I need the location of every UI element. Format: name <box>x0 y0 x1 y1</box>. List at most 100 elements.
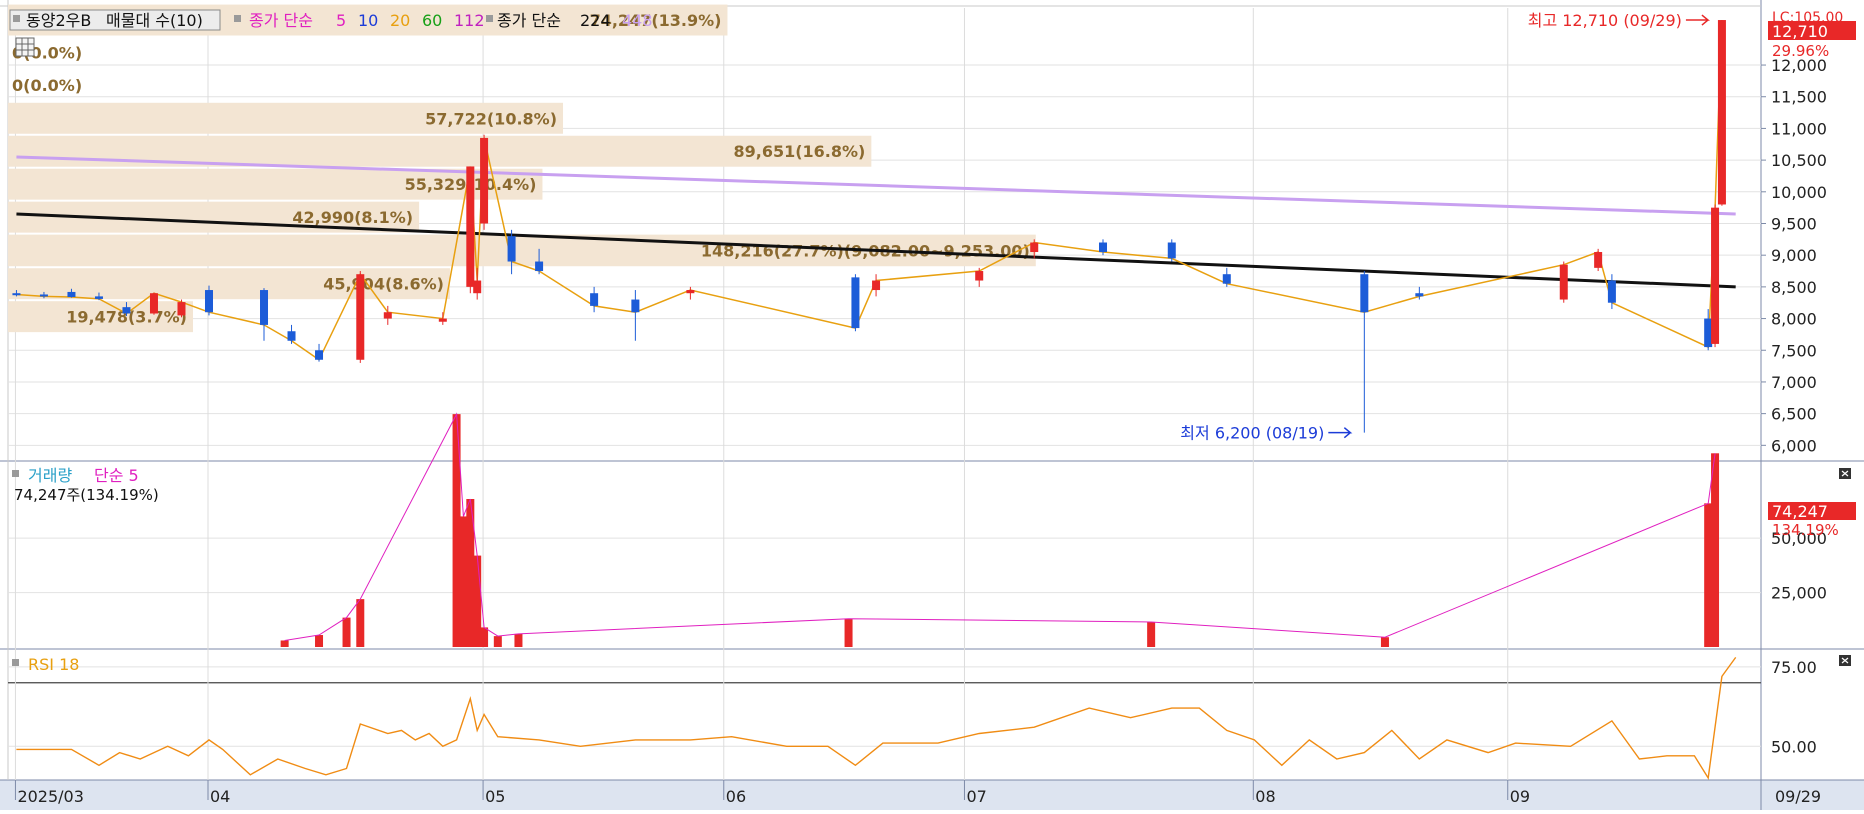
volume-bar <box>459 516 468 647</box>
candle-body <box>287 331 296 341</box>
candle-body <box>94 296 103 299</box>
volume-bar <box>356 599 365 647</box>
candle-body <box>466 166 475 287</box>
candle-body <box>1222 274 1231 284</box>
ma-period-5: 5 <box>336 11 346 30</box>
ma-period-10: 10 <box>358 11 378 30</box>
price-tick-label: 8,000 <box>1771 310 1817 329</box>
volume-bar <box>493 636 502 647</box>
candle-body <box>356 274 365 360</box>
price-tick-label: 6,500 <box>1771 405 1817 424</box>
candle-body <box>535 261 544 272</box>
time-axis-label: 08 <box>1255 787 1275 806</box>
candle-body <box>851 277 860 329</box>
ma2-period-448: 448 <box>622 11 653 30</box>
candle-body <box>1030 242 1039 253</box>
candle-body <box>315 350 324 360</box>
candle-body <box>39 294 48 297</box>
candle-body <box>1559 264 1568 300</box>
volume-profile-label: 42,990(8.1%) <box>292 208 413 227</box>
price-tick-label: 6,000 <box>1771 436 1817 455</box>
price-tick-label: 10,000 <box>1771 183 1827 202</box>
volume-profile-label: 57,722(10.8%) <box>425 109 557 128</box>
ma2-square-icon <box>486 15 493 22</box>
candle-body <box>975 271 984 281</box>
candle-body <box>686 290 695 294</box>
ma-prefix-label: 종가 단순 <box>249 11 313 30</box>
rsi-tick-label: 75.00 <box>1771 658 1817 677</box>
candle-body <box>473 280 482 294</box>
price-tick-label: 11,000 <box>1771 119 1827 138</box>
time-axis-label: 2025/03 <box>17 787 83 806</box>
volume-profile-label: 0(0.0%) <box>12 76 82 95</box>
volume-ma-label: 단순 5 <box>94 466 139 485</box>
price-tick-label: 11,500 <box>1771 88 1827 107</box>
candle-body <box>1717 20 1726 205</box>
candle-body <box>260 290 269 325</box>
candle-body <box>204 290 213 313</box>
volume-bar <box>480 627 489 647</box>
grid-table-icon[interactable] <box>15 37 35 57</box>
title-square-icon <box>13 15 20 22</box>
candle-body <box>480 137 489 224</box>
volume-profile-label: 45,904(8.6%) <box>323 275 444 294</box>
volume-bar <box>315 635 324 647</box>
candle-body <box>149 293 158 314</box>
volume-bar <box>473 555 482 647</box>
volume-current-label: 74,247주(134.19%) <box>14 486 159 504</box>
time-axis-label: 07 <box>966 787 986 806</box>
ma-period-60: 60 <box>422 11 442 30</box>
ma2-prefix-label: 종가 단순 <box>497 11 561 30</box>
last-change-label: 29.96% <box>1772 42 1829 60</box>
volume-square-icon <box>12 470 19 477</box>
volume-bar <box>280 640 289 647</box>
low-price-label: 최저 6,200 (08/19) <box>1180 424 1324 443</box>
last-volume-ratio-label: 134.19% <box>1772 521 1839 539</box>
rsi-square-icon <box>12 659 19 666</box>
volume-profile-label: 89,651(16.8%) <box>733 142 865 161</box>
price-tick-label: 7,000 <box>1771 373 1817 392</box>
candle-body <box>507 236 516 262</box>
volume-bar <box>844 618 853 647</box>
volume-bar <box>342 617 351 647</box>
volume-bar <box>514 633 523 647</box>
volume-panel-title: 거래량 <box>28 466 72 485</box>
volume-bar <box>1147 621 1156 647</box>
high-price-label: 최고 12,710 (09/29) <box>1528 11 1682 30</box>
candle-body <box>1360 274 1369 313</box>
time-axis-label: 06 <box>726 787 746 806</box>
volume-bar <box>1704 503 1713 647</box>
candle-body <box>1099 242 1108 253</box>
price-tick-label: 9,500 <box>1771 214 1817 233</box>
price-tick-label: 8,500 <box>1771 278 1817 297</box>
candle-body <box>383 312 392 319</box>
time-axis-label: 05 <box>485 787 505 806</box>
candle-body <box>1711 207 1720 344</box>
volume-tick-label: 25,000 <box>1771 584 1827 603</box>
ma-period-20: 20 <box>390 11 410 30</box>
volume-bar <box>1711 453 1720 647</box>
last-volume-label: 74,247 <box>1772 502 1828 521</box>
candle-body <box>177 302 186 316</box>
ma2-period-224: 224 <box>580 11 611 30</box>
ma-square-icon <box>234 15 241 22</box>
rsi-panel-title: RSI 18 <box>28 655 79 674</box>
ma-period-labels: 5 10 20 60 112 <box>336 11 485 30</box>
stock-chart[interactable]: 74,247(13.9%) 0(0.0%) 0(0.0%) 57,722(10.8%)… <box>0 0 1864 810</box>
ma-period-112: 112 <box>454 11 485 30</box>
candle-body <box>12 293 21 296</box>
time-axis-area <box>0 780 1864 810</box>
candle-body <box>122 307 131 314</box>
corner-label: LC:105.00 <box>1772 10 1843 26</box>
candle-body <box>1607 280 1616 303</box>
candle-body <box>1704 318 1713 348</box>
time-axis-label: 04 <box>210 787 230 806</box>
candle-body <box>631 299 640 313</box>
stock-title: 동양2우B <box>26 11 91 30</box>
time-axis-label: 09 <box>1510 787 1530 806</box>
candle-body <box>438 318 447 322</box>
price-tick-label: 7,500 <box>1771 341 1817 360</box>
volume-bar <box>1380 637 1389 647</box>
candle-body <box>872 280 881 291</box>
price-tick-label: 9,000 <box>1771 246 1817 265</box>
